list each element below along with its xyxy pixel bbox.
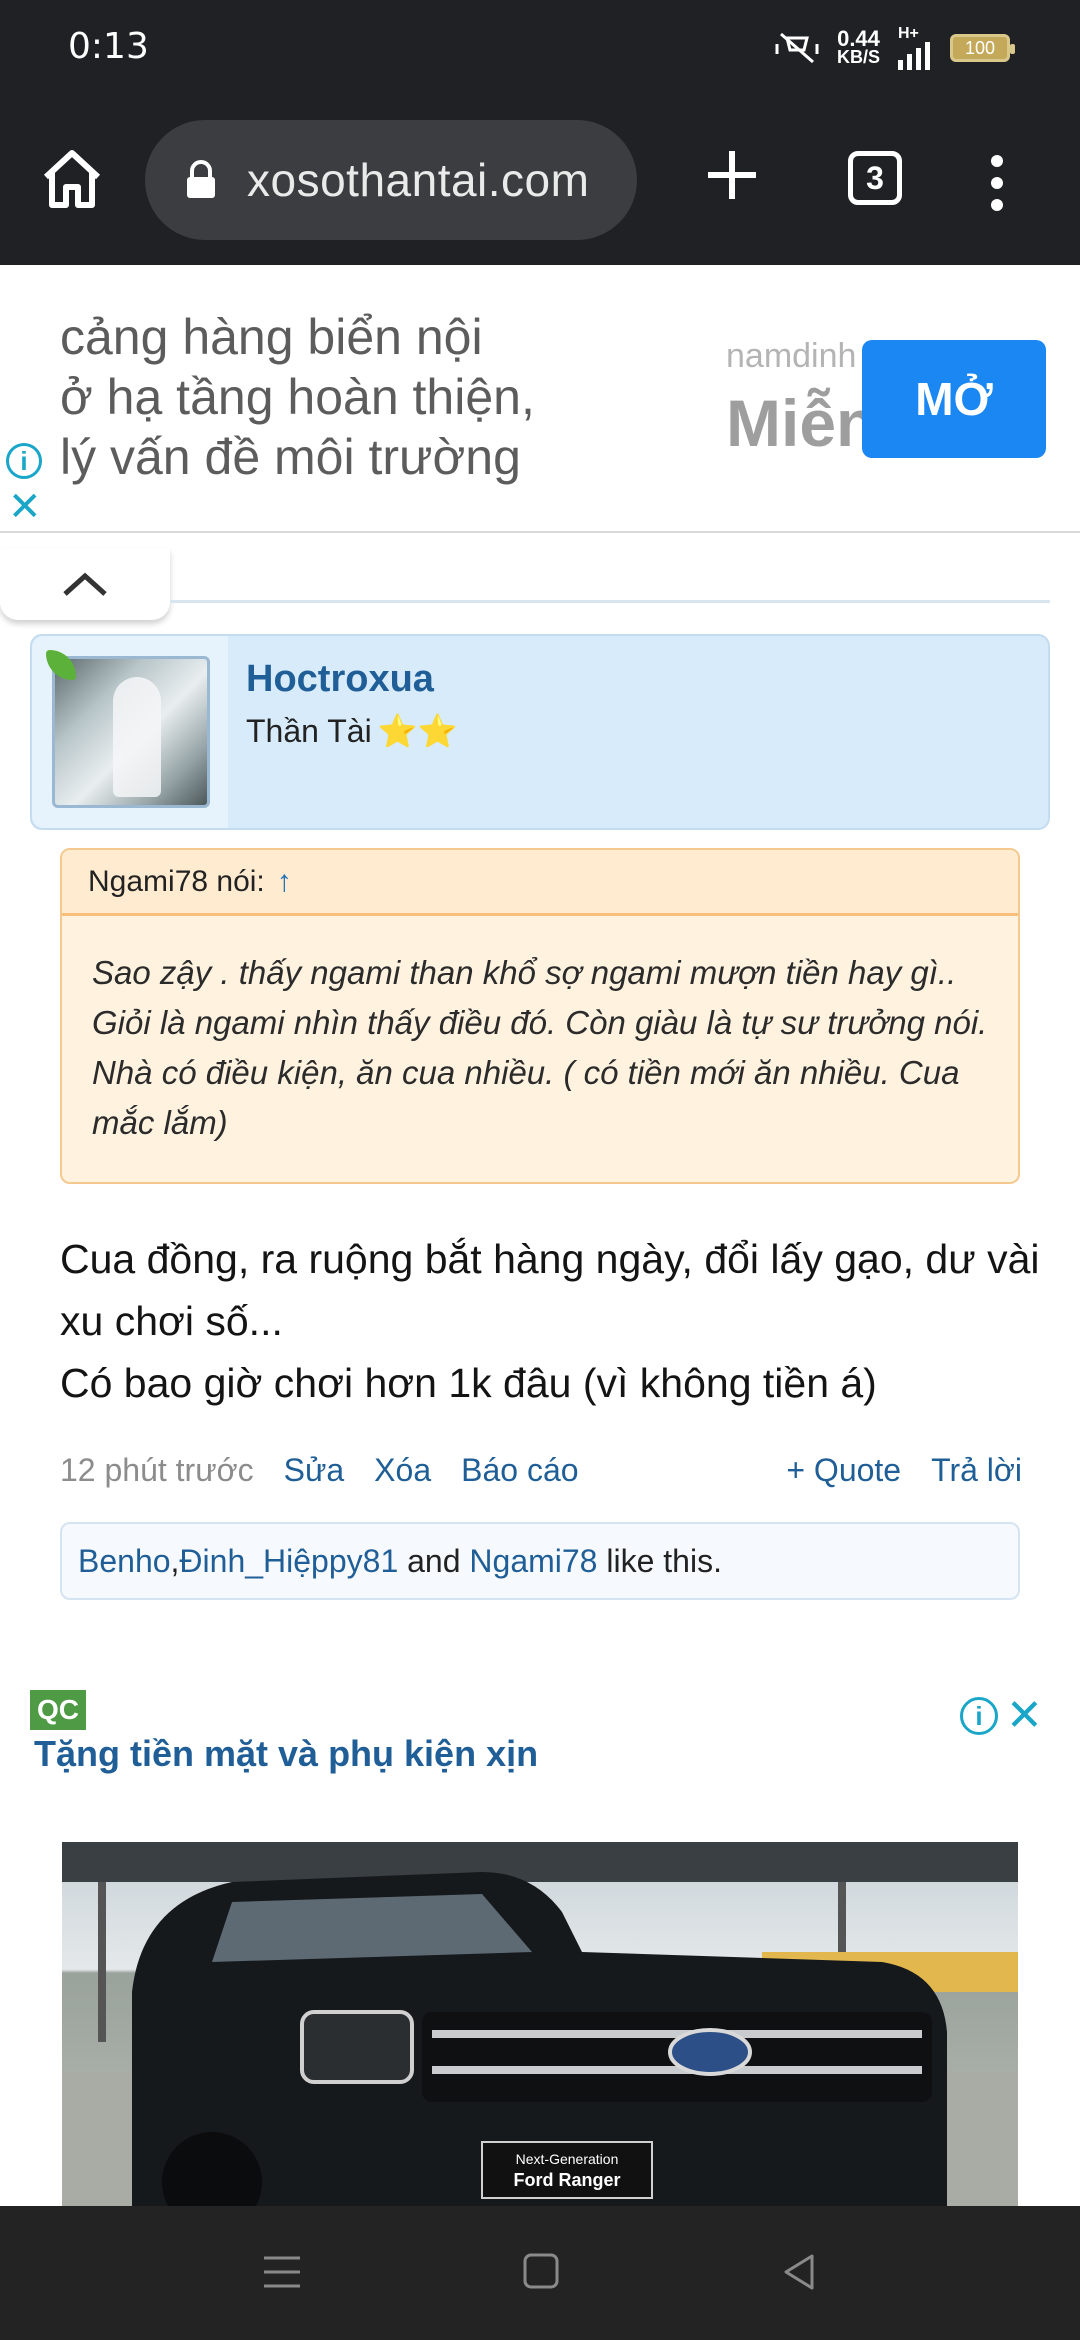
mute-vibrate-icon — [775, 32, 819, 64]
like-user-2[interactable]: Đinh_Hiệppy81 — [179, 1543, 398, 1580]
tab-switcher-button[interactable]: 3 — [848, 151, 902, 205]
ad-title-link[interactable]: Tặng tiền mặt và phụ kiện xịn — [34, 1733, 538, 1775]
address-bar[interactable]: xosothantai.com — [145, 120, 637, 240]
delete-link[interactable]: Xóa — [374, 1452, 431, 1489]
battery-icon: 100 — [950, 34, 1015, 62]
ad-car-image[interactable]: Next-Generation Ford Ranger — [62, 1842, 1018, 2206]
quote-jump-link[interactable]: ↑ — [277, 865, 292, 899]
ad-info-icon[interactable]: i — [6, 443, 42, 479]
quote-header: Ngami78 nói: ↑ — [62, 850, 1018, 916]
top-ad-banner[interactable]: cảng hàng biển nội ở hạ tầng hoàn thiện,… — [0, 265, 1080, 533]
reply-link[interactable]: Trả lời — [931, 1452, 1022, 1489]
avatar-box — [32, 636, 228, 828]
new-tab-icon[interactable] — [702, 145, 762, 205]
author-title: Thần Tài ⭐⭐ — [246, 713, 458, 749]
status-time: 0:13 — [68, 26, 149, 67]
like-user-1[interactable]: Benho — [78, 1543, 171, 1580]
system-nav-bar — [0, 2206, 1080, 2340]
home-nav-icon[interactable] — [522, 2252, 560, 2290]
plate-line-1: Next-Generation — [516, 2151, 619, 2167]
truck-illustration: Next-Generation Ford Ranger — [62, 1842, 1018, 2206]
quote-block: Ngami78 nói: ↑ Sao zậy . thấy ngami than… — [60, 848, 1020, 1184]
home-icon[interactable] — [38, 145, 106, 213]
avatar[interactable] — [52, 656, 210, 808]
edit-link[interactable]: Sửa — [284, 1452, 345, 1489]
ad-badge: QC — [30, 1690, 86, 1730]
browser-toolbar: xosothantai.com 3 — [0, 95, 1080, 265]
quote-link[interactable]: + Quote — [786, 1452, 901, 1489]
back-icon[interactable] — [780, 2252, 816, 2292]
rank-stars-icon: ⭐⭐ — [377, 713, 458, 749]
ad-headline: Miễn — [726, 386, 877, 460]
report-link[interactable]: Báo cáo — [461, 1452, 578, 1489]
ad-close-icon[interactable]: ✕ — [8, 487, 42, 527]
ad-info-icon[interactable]: i — [960, 1697, 998, 1735]
ad-text: cảng hàng biển nội ở hạ tầng hoàn thiện,… — [60, 309, 535, 485]
post-message: Cua đồng, ra ruộng bắt hàng ngày, đổi lấ… — [60, 1236, 1040, 1406]
online-indicator — [46, 650, 76, 680]
plate-line-2: Ford Ranger — [513, 2170, 620, 2190]
author-name[interactable]: Hoctroxua — [246, 658, 434, 701]
likes-summary: Benho, Đinh_Hiệppy81 and Ngami78 like th… — [60, 1522, 1020, 1600]
ad-domain: namdinh — [726, 337, 857, 375]
post-author-card: Hoctroxua Thần Tài ⭐⭐ — [30, 634, 1050, 830]
divider — [170, 600, 1050, 603]
net-speed: 0.44 KB/S — [836, 26, 880, 67]
ad-open-button[interactable]: MỞ — [862, 340, 1046, 458]
collapse-ad-button[interactable] — [0, 548, 170, 620]
recent-apps-icon[interactable] — [262, 2254, 302, 2290]
avatar-figure — [113, 677, 161, 797]
quote-text: Sao zậy . thấy ngami than khổ sợ ngami m… — [92, 954, 988, 1141]
status-bar: 0:13 0.44 KB/S H+ 100 — [0, 0, 1080, 95]
signal-icon: H+ — [898, 26, 932, 70]
post-time[interactable]: 12 phút trước — [60, 1452, 254, 1489]
chevron-up-icon — [63, 572, 107, 596]
url-text: xosothantai.com — [247, 154, 590, 206]
ad-close-icon[interactable]: ✕ — [1006, 1694, 1043, 1738]
post-actions: 12 phút trước Sửa Xóa Báo cáo + Quote Tr… — [60, 1448, 1022, 1492]
status-icons: 0.44 KB/S H+ 100 — [775, 26, 1015, 70]
more-menu-icon[interactable] — [984, 153, 1010, 213]
lock-icon — [187, 160, 215, 198]
like-user-3[interactable]: Ngami78 — [469, 1543, 597, 1580]
